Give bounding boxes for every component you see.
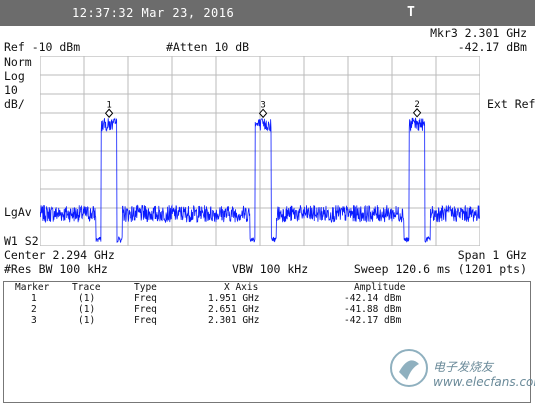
scale-div: 10 — [4, 83, 18, 97]
col-header-marker: Marker — [15, 282, 50, 293]
sweep-time: Sweep 120.6 ms (1201 pts) — [353, 262, 527, 276]
marker-3-diamond[interactable] — [258, 108, 268, 119]
marker-readout-amplitude: -42.17 dBm — [457, 40, 527, 54]
status-bar: 12:37:32 Mar 23, 2016 T — [0, 0, 535, 26]
trigger-mode-indicator: T — [407, 5, 415, 20]
scale-log: Log — [4, 69, 25, 83]
ext-ref-indicator: Ext Ref — [486, 97, 535, 111]
table-cell: 1 — [31, 293, 37, 304]
attenuation: #Atten 10 dB — [166, 40, 250, 54]
table-cell: -41.88 dBm — [344, 304, 402, 315]
table-cell: 2.651 GHz — [208, 304, 260, 315]
resolution-bandwidth: #Res BW 100 kHz — [4, 262, 108, 276]
trace-mode-w1s2: W1 S2 — [4, 234, 39, 248]
reference-level: Ref -10 dBm — [4, 40, 81, 54]
table-cell: (1) — [78, 293, 96, 304]
scale-unit: dB/ — [4, 97, 25, 111]
table-cell: (1) — [78, 315, 96, 326]
col-header-trace: Trace — [72, 282, 101, 293]
scale-norm: Norm — [4, 55, 32, 69]
col-header-amplitude: Amplitude — [354, 282, 406, 293]
table-cell: Freq — [134, 293, 157, 304]
table-cell: 2.301 GHz — [208, 315, 260, 326]
center-frequency: Center 2.294 GHz — [4, 248, 115, 262]
marker-readout-frequency: Mkr3 2.301 GHz — [430, 26, 527, 40]
watermark: 电子发烧友 www.elecfans.com — [387, 346, 535, 390]
table-cell: 1.951 GHz — [208, 293, 260, 304]
watermark-text: 电子发烧友 www.elecfans.com — [433, 360, 535, 389]
table-cell: -42.17 dBm — [344, 315, 402, 326]
spectrum-plot[interactable]: 1 2 3 — [40, 56, 480, 246]
graticule — [40, 56, 480, 246]
marker-2-diamond[interactable] — [412, 108, 422, 118]
datetime: 12:37:32 Mar 23, 2016 — [72, 6, 235, 20]
elecfans-logo-icon — [390, 349, 428, 387]
span: Span 1 GHz — [457, 248, 527, 262]
marker-group: 1 2 3 — [104, 100, 422, 119]
marker-2-label: 2 — [414, 100, 419, 110]
table-cell: Freq — [134, 315, 157, 326]
marker-3-label: 3 — [260, 100, 265, 110]
table-cell: (1) — [78, 304, 96, 315]
col-header-type: Type — [134, 282, 157, 293]
video-bandwidth: VBW 100 kHz — [232, 262, 309, 276]
table-cell: Freq — [134, 304, 157, 315]
col-header-x-axis: X Axis — [224, 282, 259, 293]
marker-1-label: 1 — [106, 100, 111, 110]
table-cell: -42.14 dBm — [344, 293, 402, 304]
marker-1-diamond[interactable] — [104, 108, 114, 119]
table-cell: 3 — [31, 315, 37, 326]
detector-lgav: LgAv — [4, 205, 32, 219]
table-cell: 2 — [31, 304, 37, 315]
